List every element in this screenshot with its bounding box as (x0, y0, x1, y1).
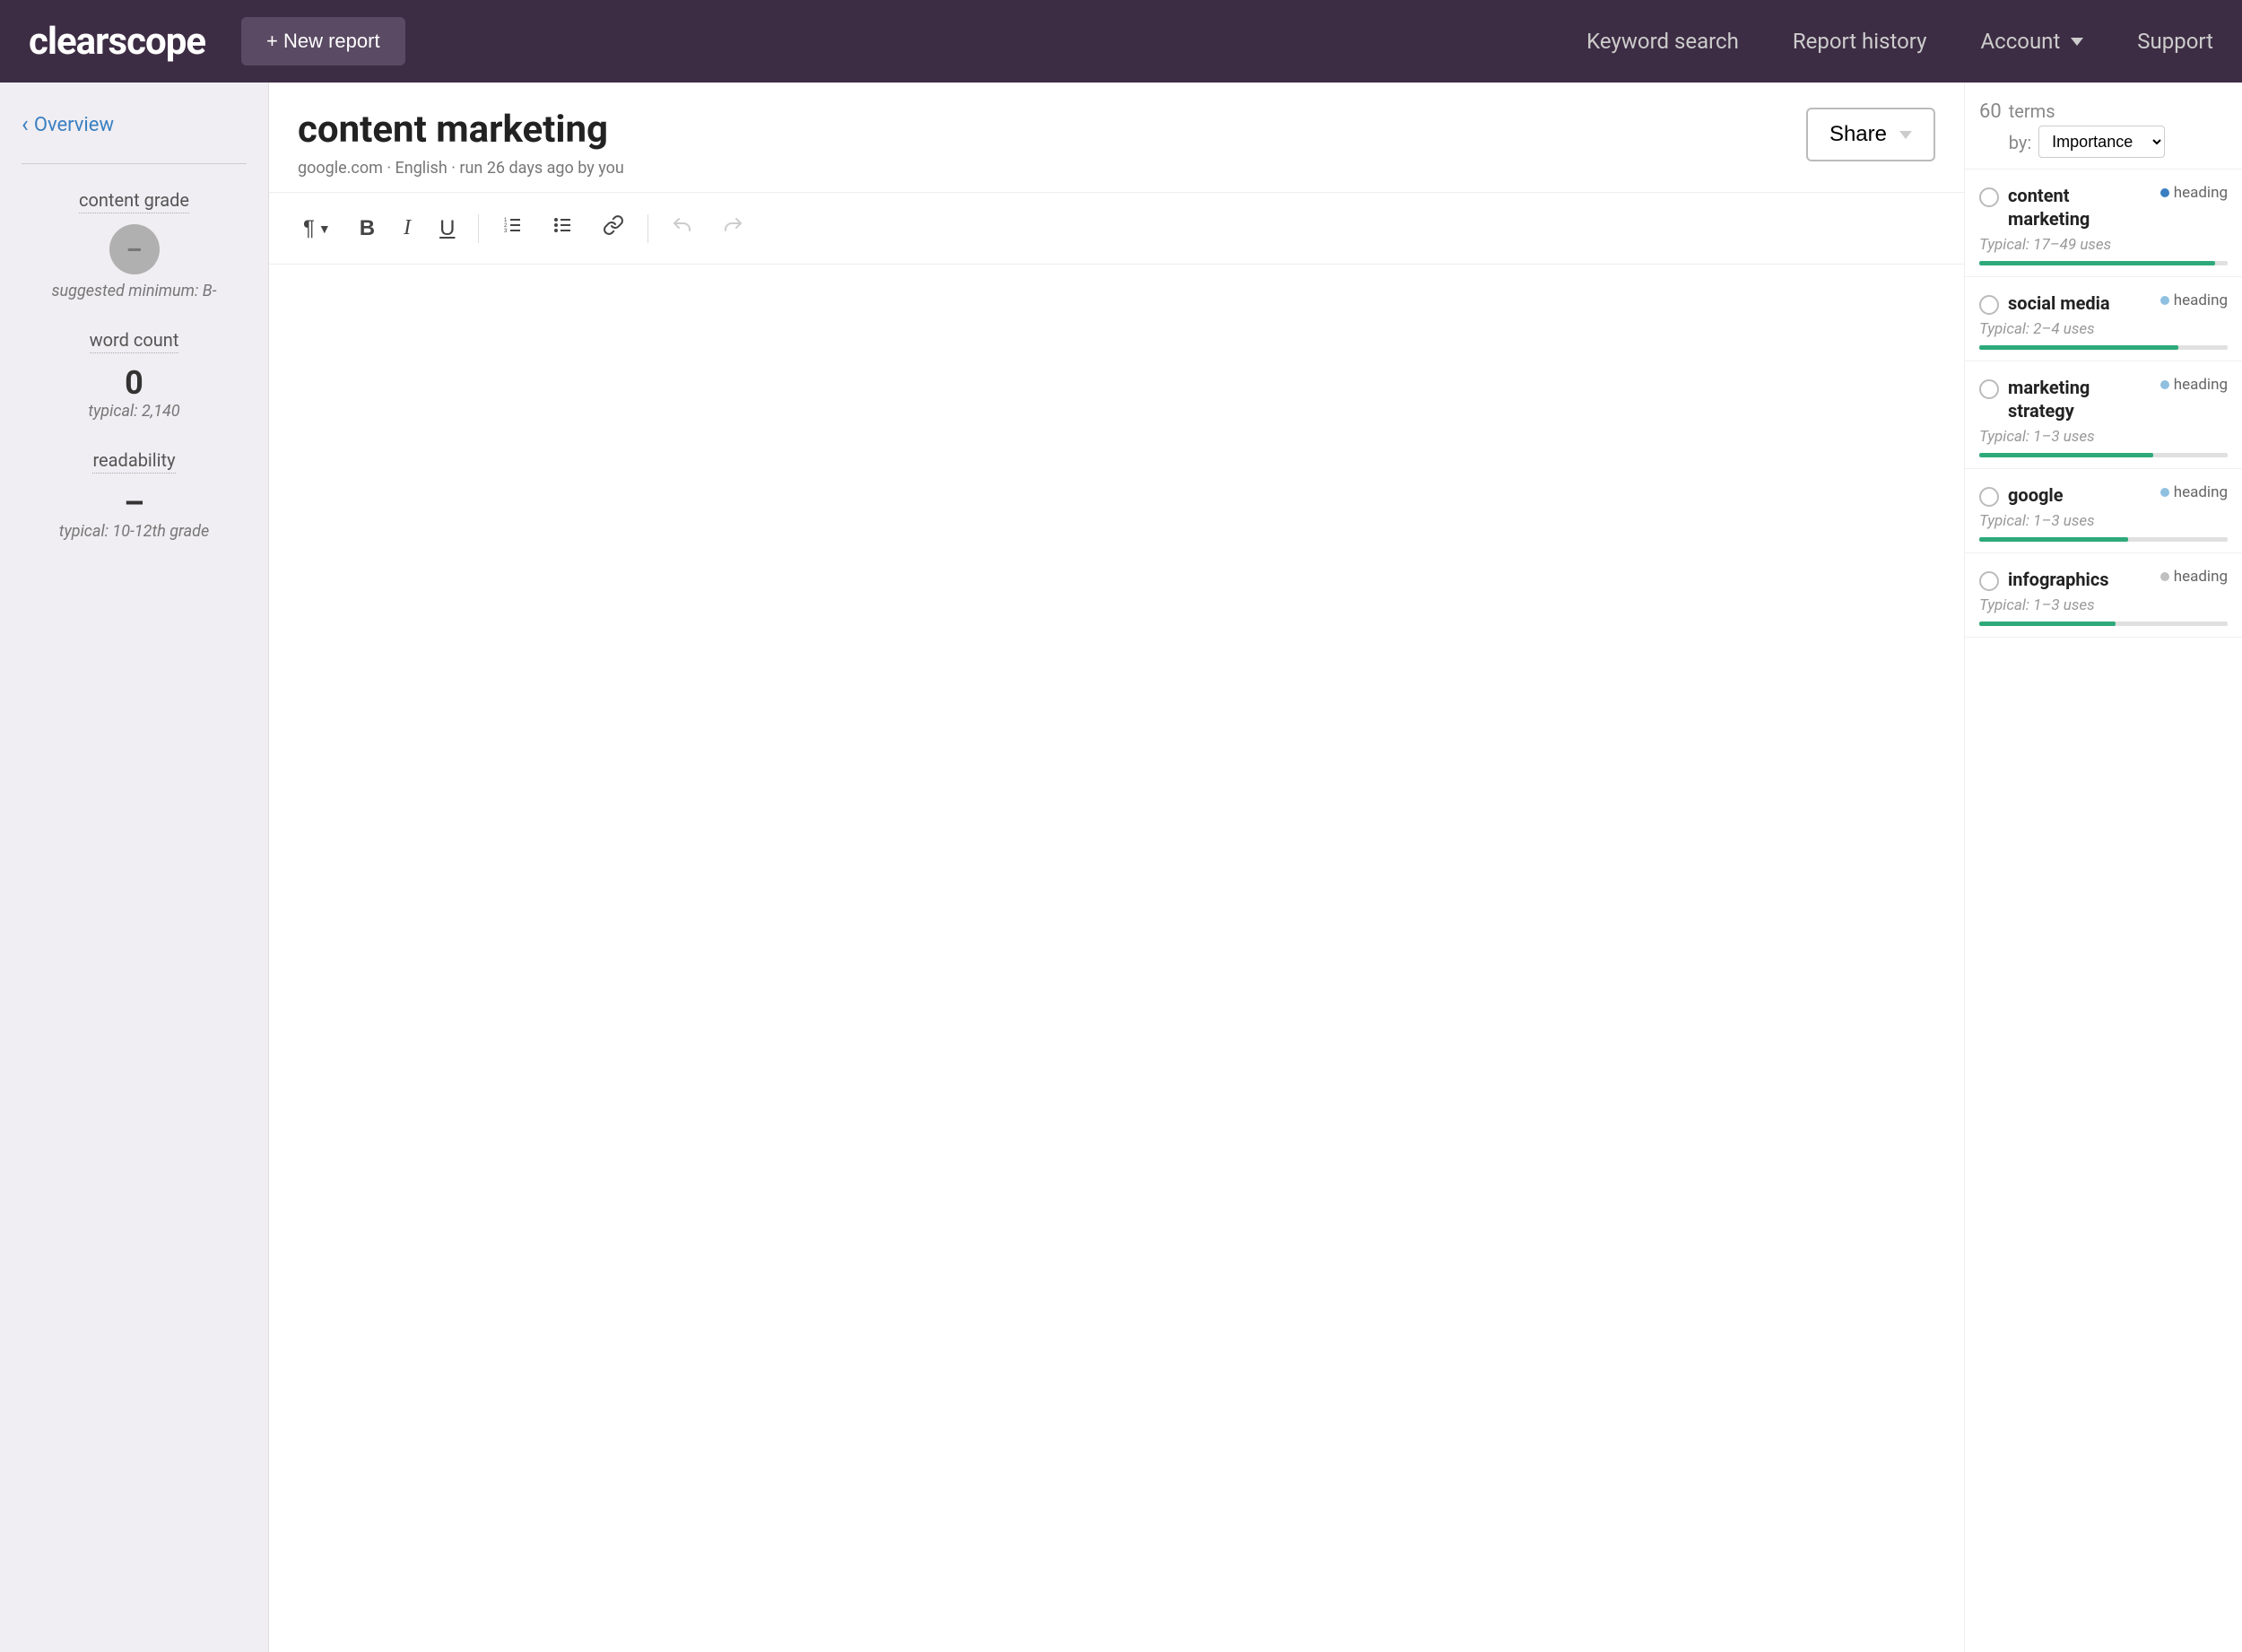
nav-links: Keyword search Report history Account Su… (1586, 29, 2213, 54)
content-grade-metric: content grade – suggested minimum: B- (22, 189, 247, 300)
navbar: clearscope + New report Keyword search R… (0, 0, 2242, 83)
term-typical-infographics: Typical: 1–3 uses (1979, 596, 2228, 614)
share-button[interactable]: Share (1806, 108, 1935, 161)
editor-body[interactable] (269, 265, 1964, 1652)
term-badge-google: heading (2160, 483, 2228, 501)
readability-value: – (22, 484, 247, 522)
term-bar-google (1979, 537, 2228, 542)
term-bar-marketing-strategy (1979, 453, 2228, 457)
sidebar-divider (22, 163, 247, 164)
term-typical-google: Typical: 1–3 uses (1979, 512, 2228, 530)
bold-button[interactable]: B (347, 209, 387, 248)
term-bar-social-media (1979, 345, 2228, 350)
italic-button[interactable]: I (391, 209, 423, 248)
term-typical-marketing-strategy: Typical: 1–3 uses (1979, 428, 2228, 446)
terms-count: 60 (1979, 100, 2002, 124)
nav-report-history[interactable]: Report history (1793, 29, 1927, 54)
badge-dot-icon (2160, 488, 2169, 497)
nav-keyword-search[interactable]: Keyword search (1586, 29, 1739, 54)
term-name-social-media: social media (2008, 291, 2151, 315)
main-layout: Overview content grade – suggested minim… (0, 83, 2242, 1652)
logo: clearscope (29, 20, 205, 64)
term-name-google: google (2008, 483, 2151, 507)
report-header: content marketing google.com · English ·… (269, 83, 1964, 193)
readability-label: readability (92, 449, 175, 474)
overview-link[interactable]: Overview (22, 111, 247, 138)
paragraph-button[interactable]: ¶ ▼ (291, 209, 343, 248)
content-grade-value: – (109, 224, 160, 274)
term-badge-infographics: heading (2160, 568, 2228, 586)
terms-label: terms (2009, 100, 2228, 122)
terms-sort-by-label: by: (2009, 132, 2031, 153)
nav-support[interactable]: Support (2137, 29, 2213, 54)
svg-text:3: 3 (504, 229, 508, 234)
toolbar-divider-1 (478, 214, 479, 243)
term-item-social-media: social media heading Typical: 2–4 uses (1965, 277, 2242, 361)
undo-button[interactable] (659, 207, 706, 249)
term-item-marketing-strategy: marketingstrategy heading Typical: 1–3 u… (1965, 361, 2242, 469)
word-count-sub: typical: 2,140 (22, 402, 247, 421)
term-bar-content-marketing (1979, 261, 2228, 265)
term-bar-infographics (1979, 622, 2228, 626)
nav-account[interactable]: Account (1980, 29, 2083, 54)
badge-dot-icon (2160, 380, 2169, 389)
badge-dot-icon (2160, 188, 2169, 197)
terms-header: 60 terms by: Importance Alphabetical Usa… (1965, 83, 2242, 170)
term-radio-infographics[interactable] (1979, 571, 1999, 591)
share-chevron-icon (1899, 131, 1912, 139)
term-radio-google[interactable] (1979, 487, 1999, 507)
underline-button[interactable]: U (427, 209, 467, 248)
redo-button[interactable] (709, 207, 756, 249)
new-report-button[interactable]: + New report (241, 17, 405, 65)
readability-metric: readability – typical: 10-12th grade (22, 449, 247, 541)
term-badge-marketing-strategy: heading (2160, 376, 2228, 394)
sidebar: Overview content grade – suggested minim… (0, 83, 269, 1652)
term-badge-content-marketing: heading (2160, 184, 2228, 202)
readability-sub: typical: 10-12th grade (22, 522, 247, 541)
term-name-infographics: infographics (2008, 568, 2151, 591)
unordered-list-button[interactable] (540, 207, 587, 249)
report-info: content marketing google.com · English ·… (298, 108, 624, 178)
term-item-content-marketing: contentmarketing heading Typical: 17–49 … (1965, 170, 2242, 277)
term-typical-social-media: Typical: 2–4 uses (1979, 320, 2228, 338)
editor-toolbar: ¶ ▼ B I U 123 (269, 193, 1964, 265)
content-grade-label: content grade (79, 189, 189, 213)
terms-sort-select[interactable]: Importance Alphabetical Usage (2038, 126, 2165, 158)
terms-panel: 60 terms by: Importance Alphabetical Usa… (1964, 83, 2242, 1652)
term-radio-social-media[interactable] (1979, 295, 1999, 315)
word-count-value: 0 (22, 364, 247, 402)
ordered-list-button[interactable]: 123 (490, 207, 536, 249)
term-badge-social-media: heading (2160, 291, 2228, 309)
content-grade-sub: suggested minimum: B- (22, 282, 247, 300)
link-button[interactable] (590, 207, 637, 249)
term-item-infographics: infographics heading Typical: 1–3 uses (1965, 553, 2242, 638)
term-name-marketing-strategy: marketingstrategy (2008, 376, 2151, 422)
term-radio-content-marketing[interactable] (1979, 187, 1999, 207)
term-radio-marketing-strategy[interactable] (1979, 379, 1999, 399)
badge-dot-icon (2160, 296, 2169, 305)
term-name-content-marketing: contentmarketing (2008, 184, 2151, 230)
term-item-google: google heading Typical: 1–3 uses (1965, 469, 2242, 553)
report-meta: google.com · English · run 26 days ago b… (298, 159, 624, 178)
badge-dot-icon (2160, 572, 2169, 581)
toolbar-divider-2 (647, 214, 648, 243)
account-chevron-icon (2071, 38, 2083, 46)
word-count-metric: word count 0 typical: 2,140 (22, 329, 247, 421)
paragraph-dropdown-icon: ▼ (318, 222, 331, 236)
content-area: content marketing google.com · English ·… (269, 83, 1964, 1652)
term-typical-content-marketing: Typical: 17–49 uses (1979, 236, 2228, 254)
report-title: content marketing (298, 108, 624, 152)
word-count-label: word count (90, 329, 179, 353)
